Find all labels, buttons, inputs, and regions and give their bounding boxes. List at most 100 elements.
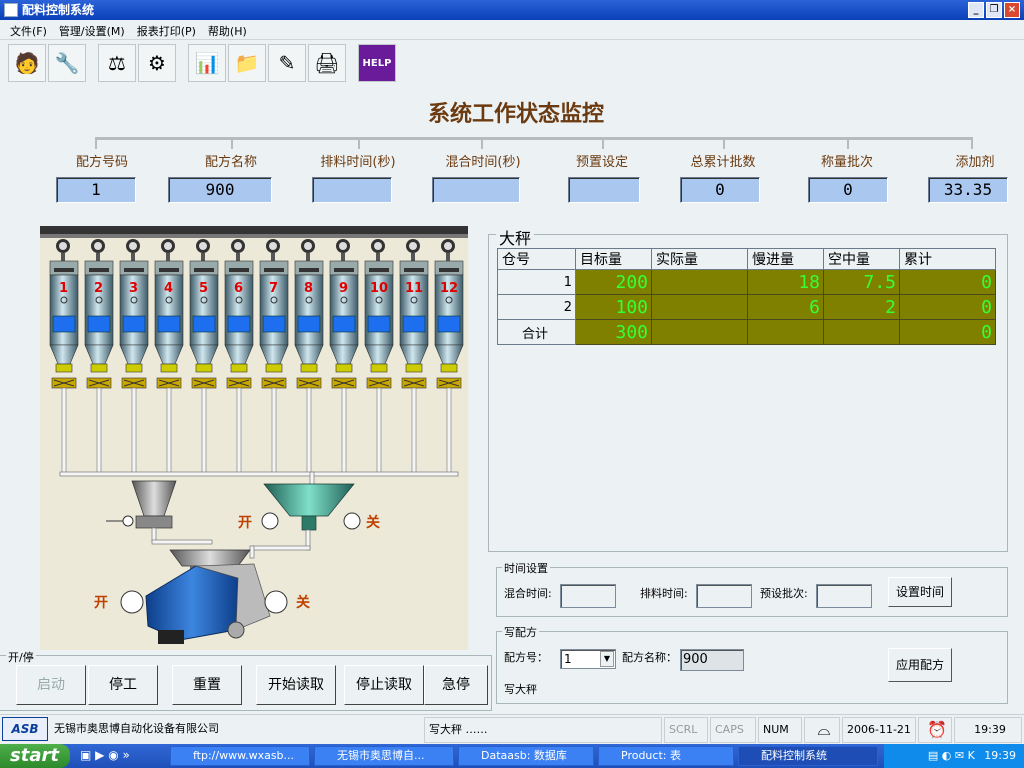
col-header-total: 累计	[899, 248, 996, 270]
param-label-preset: 预置设定	[575, 155, 628, 170]
edit-icon[interactable]: ✎	[268, 44, 306, 82]
restore-button[interactable]: ❐	[986, 2, 1002, 18]
preset-batch-input[interactable]	[816, 584, 872, 608]
cell-actual	[651, 269, 748, 295]
recipe-no-select[interactable]: 1 ▼	[560, 649, 616, 669]
silo-label: 8	[304, 281, 314, 296]
param-value-preset	[568, 177, 640, 203]
stop-read-button[interactable]: 停止读取	[344, 665, 424, 705]
table-row: 2 100 6 2 0	[497, 294, 996, 320]
start-read-button[interactable]: 开始读取	[256, 665, 336, 705]
apply-recipe-button[interactable]: 应用配方	[888, 648, 952, 682]
valve-close-label-mixer: 关	[296, 595, 310, 611]
silo-8	[294, 239, 324, 475]
silo-label: 9	[339, 281, 349, 296]
stop-work-button[interactable]: 停工	[88, 665, 158, 705]
reset-button[interactable]: 重置	[172, 665, 242, 705]
col-header-air: 空中量	[823, 248, 900, 270]
silo-label: 3	[129, 281, 139, 296]
time-settings-title: 时间设置	[502, 560, 550, 576]
param-label-batch-count: 称量批次	[820, 155, 873, 170]
silo-label: 7	[269, 281, 279, 296]
page-title: 系统工作状态监控	[427, 101, 604, 127]
taskbar-item-app[interactable]: 配料控制系统	[738, 746, 878, 766]
param-label-recipe-name: 配方名称	[204, 155, 257, 170]
taskbar-item-product[interactable]: Product: 表	[598, 746, 734, 766]
cell-actual	[651, 319, 748, 345]
cell-air: 7.5	[823, 269, 900, 295]
cell-bin: 1	[497, 269, 576, 295]
param-label-recipe-no: 配方号码	[75, 155, 128, 170]
recipe-name-input[interactable]: 900	[680, 649, 744, 671]
cell-target: 300	[575, 319, 652, 345]
param-label-total-batches: 总累计批数	[690, 155, 756, 170]
cell-total: 0	[899, 294, 996, 320]
emergency-stop-button[interactable]: 急停	[424, 665, 488, 705]
menu-help[interactable]: 帮助(H)	[202, 20, 253, 39]
status-bar: ASB 无锡市奥思博自动化设备有限公司 写大秤 …… SCRL CAPS NUM…	[0, 714, 1024, 744]
param-value-total-batches: 0	[680, 177, 760, 203]
silo-10	[364, 239, 394, 475]
silo-4	[154, 239, 184, 475]
scale-icon[interactable]: ⚖	[98, 44, 136, 82]
start-button[interactable]: 启动	[16, 665, 86, 705]
help-icon[interactable]: HELP	[358, 44, 396, 82]
silo-label: 5	[199, 281, 209, 296]
taskbar-item-browser[interactable]: 无锡市奥思博自...	[314, 746, 454, 766]
param-value-additive: 33.35	[928, 177, 1008, 203]
cell-bin: 合计	[497, 319, 576, 345]
plant-diagram: 开 关 开 关 1 2 3 4 5 6 7 8 9 10 11 12	[40, 226, 468, 650]
scale-title: 大秤	[496, 225, 535, 249]
mix-time-input[interactable]	[560, 584, 616, 608]
gear-icon[interactable]: ⚙	[138, 44, 176, 82]
silo-2	[84, 239, 114, 475]
recipe-no-label: 配方号：	[504, 651, 548, 664]
col-header-slow: 慢进量	[747, 248, 824, 270]
param-label-additive: 添加剂	[955, 155, 995, 170]
silo-7	[259, 239, 289, 475]
cell-target: 200	[575, 269, 652, 295]
silo-label: 10	[370, 281, 389, 296]
scrl-indicator: SCRL	[664, 717, 708, 743]
valve-open-label-left: 开	[238, 515, 252, 531]
user-icon[interactable]: 🧑	[8, 44, 46, 82]
print-icon[interactable]: 🖨	[308, 44, 346, 82]
window-title: 配料控制系统	[22, 3, 95, 17]
chevron-down-icon[interactable]: ▼	[600, 651, 614, 667]
valve-open-label-mixer: 开	[94, 595, 108, 611]
window-titlebar: 配料控制系统 _ ❐ ×	[0, 0, 1024, 20]
table-header-row: 仓号 目标量 实际量 慢进量 空中量 累计	[497, 248, 996, 270]
preset-batch-label: 预设批次:	[760, 587, 808, 600]
close-button[interactable]: ×	[1004, 2, 1020, 18]
recipe-no-value: 1	[564, 652, 572, 666]
cell-slow: 6	[747, 294, 824, 320]
param-value-recipe-name: 900	[168, 177, 272, 203]
cell-total: 0	[899, 319, 996, 345]
status-time: 19:39	[954, 717, 1022, 743]
quicklaunch-icons[interactable]: ▣ ▶ ◉ »	[80, 748, 130, 762]
param-value-discharge-time	[312, 177, 392, 203]
menu-report[interactable]: 报表打印(P)	[131, 20, 202, 39]
menu-file[interactable]: 文件(F)	[4, 20, 53, 39]
num-indicator: NUM	[758, 717, 802, 743]
param-value-batch-count: 0	[808, 177, 888, 203]
tray-icons[interactable]: ▤ ◐ ✉ K	[928, 749, 975, 762]
cell-air	[823, 319, 900, 345]
silo-label: 6	[234, 281, 244, 296]
company-logo: ASB	[2, 717, 48, 741]
minimize-button[interactable]: _	[968, 2, 984, 18]
company-name: 无锡市奥思博自动化设备有限公司	[54, 722, 219, 735]
taskbar-item-database[interactable]: Dataasb: 数据库	[458, 746, 594, 766]
taskbar-item-ftp[interactable]: ftp://www.wxasb...	[170, 746, 310, 766]
set-time-button[interactable]: 设置时间	[888, 577, 952, 607]
cell-total: 0	[899, 269, 996, 295]
folder-icon[interactable]: 📁	[228, 44, 266, 82]
write-recipe-title: 写配方	[502, 624, 539, 640]
silo-label: 4	[164, 281, 174, 296]
settings-icon[interactable]: 🔧	[48, 44, 86, 82]
param-value-mix-time	[432, 177, 520, 203]
menu-manage[interactable]: 管理/设置(M)	[53, 20, 131, 39]
report-icon[interactable]: 📊	[188, 44, 226, 82]
start-button-taskbar[interactable]: start	[0, 744, 70, 768]
discharge-time-input[interactable]	[696, 584, 752, 608]
